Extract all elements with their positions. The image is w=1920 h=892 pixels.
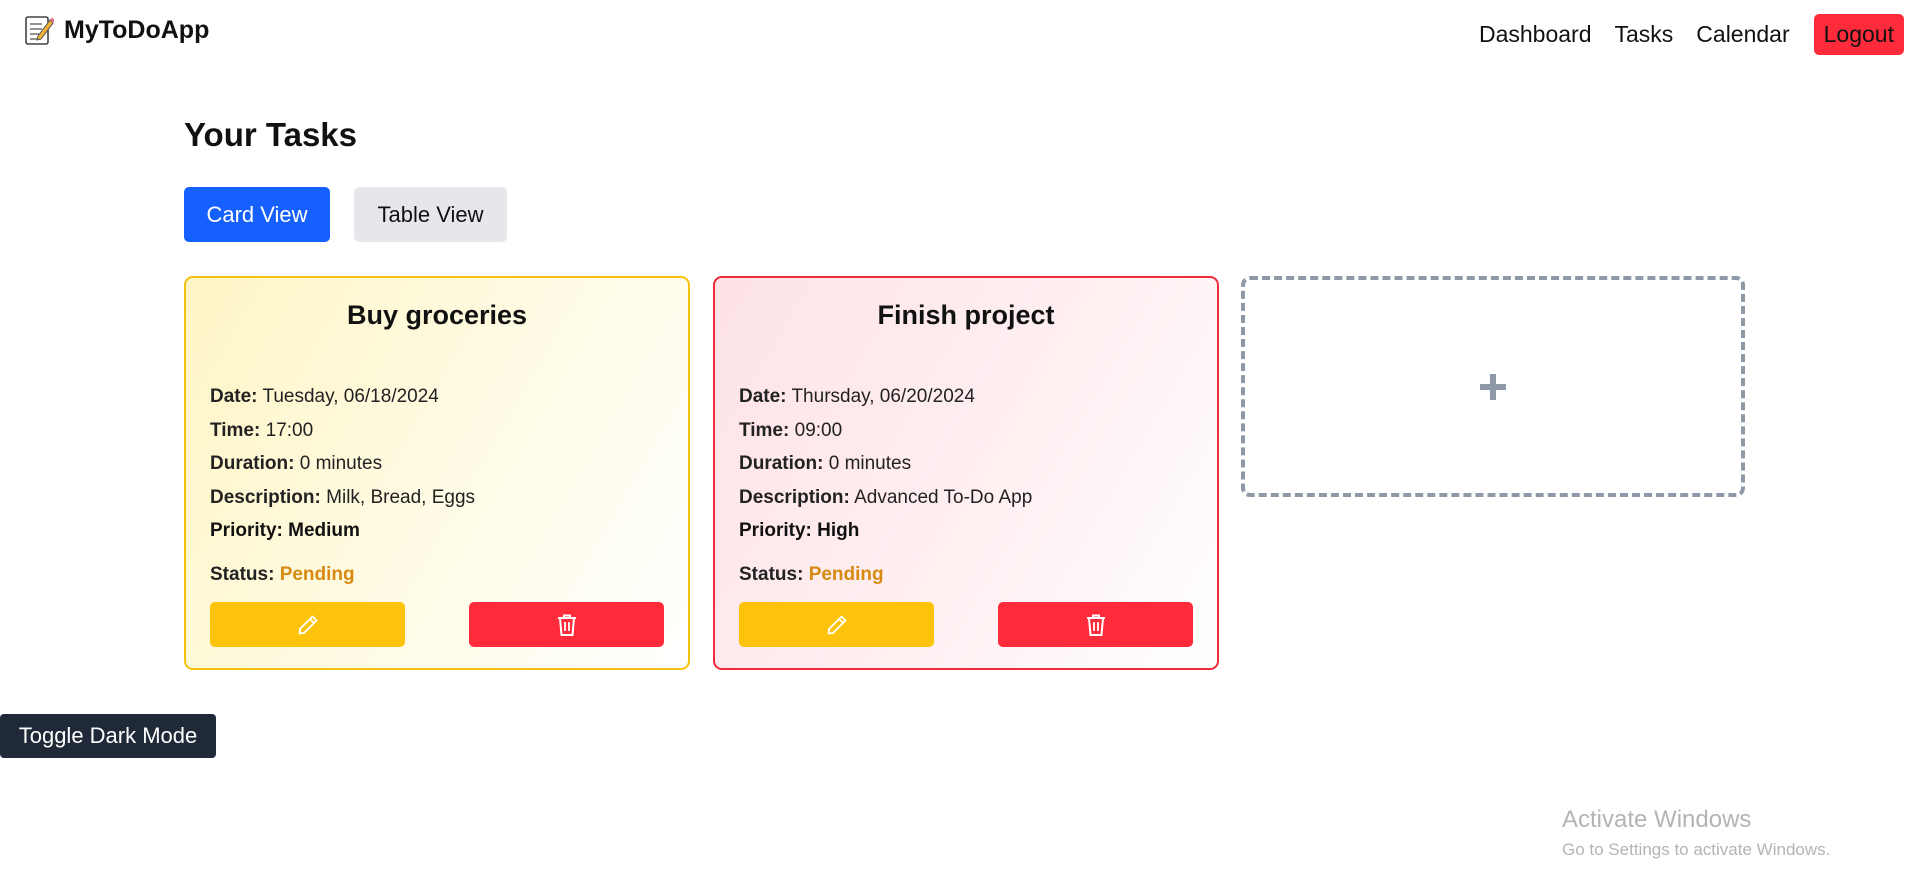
task-actions [739, 602, 1193, 647]
nav-link-tasks[interactable]: Tasks [1615, 21, 1674, 48]
edit-button[interactable] [739, 602, 934, 647]
task-fields: Date: Thursday, 06/20/2024 Time: 09:00 D… [739, 385, 1193, 596]
task-status: Status: Pending [210, 563, 664, 597]
nav-link-calendar[interactable]: Calendar [1696, 21, 1789, 48]
duration-label: Duration: [739, 453, 824, 474]
task-description: Description: Milk, Bread, Eggs [210, 486, 664, 520]
task-time: Time: 17:00 [210, 419, 664, 453]
windows-activation-watermark: Activate Windows Go to Settings to activ… [1562, 806, 1830, 860]
status-value: Pending [279, 563, 355, 585]
task-description: Description: Advanced To-Do App [739, 486, 1193, 520]
task-card: Finish project Date: Thursday, 06/20/202… [713, 276, 1219, 670]
plus-icon [1480, 373, 1506, 400]
description-value: Advanced To-Do App [854, 486, 1033, 508]
description-label: Description: [210, 486, 321, 508]
watermark-subtitle: Go to Settings to activate Windows. [1562, 840, 1831, 859]
pencil-icon [298, 615, 317, 634]
trash-icon [1086, 614, 1105, 636]
task-status: Status: Pending [739, 563, 1193, 597]
task-priority: Priority: High [739, 519, 1193, 553]
duration-value: 0 minutes [299, 453, 383, 474]
priority-value: Medium [288, 520, 360, 541]
brand-name: MyToDoApp [64, 15, 210, 44]
description-label: Description: [739, 486, 850, 508]
date-label: Date: [739, 386, 787, 407]
description-value: Milk, Bread, Eggs [326, 486, 476, 508]
status-label: Status: [210, 563, 275, 585]
task-priority: Priority: Medium [210, 519, 664, 553]
date-value: Thursday, 06/20/2024 [791, 386, 975, 407]
task-card: Buy groceries Date: Tuesday, 06/18/2024 … [184, 276, 690, 670]
task-duration: Duration: 0 minutes [739, 452, 1193, 486]
nav-link-dashboard[interactable]: Dashboard [1479, 21, 1592, 48]
task-duration: Duration: 0 minutes [210, 452, 664, 486]
status-value: Pending [808, 563, 884, 585]
pencil-icon [827, 615, 846, 634]
logout-button[interactable]: Logout [1813, 14, 1904, 55]
trash-icon [557, 614, 576, 636]
navbar: MyToDoApp Dashboard Tasks Calendar Logou… [0, 0, 1920, 70]
time-label: Time: [210, 419, 261, 441]
date-value: Tuesday, 06/18/2024 [262, 386, 439, 407]
add-task-card[interactable] [1241, 276, 1745, 497]
toggle-dark-mode-button[interactable]: Toggle Dark Mode [0, 714, 216, 758]
nav-links: Dashboard Tasks Calendar Logout [1456, 14, 1904, 55]
watermark-title: Activate Windows [1562, 806, 1752, 833]
brand[interactable]: MyToDoApp [24, 14, 209, 46]
task-title: Buy groceries [346, 300, 528, 330]
duration-value: 0 minutes [828, 453, 912, 474]
table-view-button[interactable]: Table View [354, 187, 507, 242]
date-label: Date: [210, 386, 258, 407]
status-label: Status: [739, 563, 804, 585]
memo-icon [25, 16, 54, 45]
delete-button[interactable] [998, 602, 1193, 647]
edit-button[interactable] [210, 602, 405, 647]
task-fields: Date: Tuesday, 06/18/2024 Time: 17:00 Du… [210, 385, 664, 596]
task-date: Date: Tuesday, 06/18/2024 [210, 385, 664, 419]
time-value: 09:00 [794, 419, 843, 441]
delete-button[interactable] [469, 602, 664, 647]
time-value: 17:00 [265, 419, 314, 441]
task-time: Time: 09:00 [739, 419, 1193, 453]
task-actions [210, 602, 664, 647]
view-toggle: Card View Table View [184, 187, 507, 242]
page-title: Your Tasks [184, 116, 358, 153]
priority-label: Priority: [210, 520, 283, 541]
task-title: Finish project [877, 300, 1055, 330]
time-label: Time: [739, 419, 790, 441]
priority-value: High [817, 520, 860, 541]
priority-label: Priority: [739, 520, 812, 541]
card-view-button[interactable]: Card View [184, 187, 330, 242]
duration-label: Duration: [210, 453, 295, 474]
task-date: Date: Thursday, 06/20/2024 [739, 385, 1193, 419]
